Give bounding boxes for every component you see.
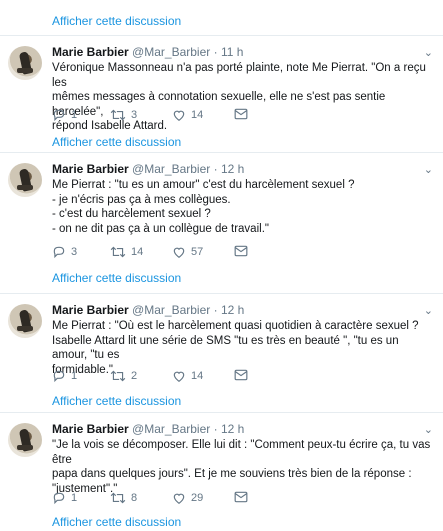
retweet-icon (110, 246, 126, 258)
author-handle[interactable]: @Mar_Barbier (132, 303, 210, 317)
tweet-header: Marie Barbier @Mar_Barbier · 12 h (52, 303, 244, 317)
tweet-text: "Je la vois se décomposer. Elle lui dit … (52, 438, 433, 496)
author-handle[interactable]: @Mar_Barbier (132, 422, 210, 436)
chevron-down-icon[interactable]: ⌄ (424, 304, 433, 317)
like-count: 14 (191, 370, 204, 382)
like-button[interactable]: 57 (172, 245, 203, 259)
reply-button[interactable]: 1 (52, 369, 77, 383)
retweet-button[interactable]: 14 (110, 245, 143, 259)
tweet[interactable]: Marie Barbier @Mar_Barbier · 12 h ⌄ Me P… (0, 294, 443, 413)
show-thread-link[interactable]: Afficher cette discussion (52, 14, 181, 28)
heart-icon (173, 247, 185, 258)
avatar[interactable] (8, 163, 42, 197)
tweet[interactable]: Marie Barbier @Mar_Barbier · 12 h ⌄ "Je … (0, 413, 443, 531)
author-name[interactable]: Marie Barbier (52, 422, 129, 436)
tweet-text: Véronique Massonneau n'a pas porté plain… (52, 61, 433, 134)
retweet-button[interactable]: 2 (110, 369, 137, 383)
chevron-down-icon[interactable]: ⌄ (424, 46, 433, 59)
reply-count: 1 (71, 492, 78, 504)
tweet-line: - je n'écris pas ça à mes collègues. (52, 193, 231, 206)
reply-icon (53, 492, 65, 505)
reply-count: 1 (71, 109, 78, 121)
tweet-time[interactable]: 12 h (221, 422, 244, 436)
retweet-count: 14 (131, 246, 144, 258)
retweet-button[interactable]: 8 (110, 491, 137, 505)
tweet[interactable]: Marie Barbier @Mar_Barbier · 11 h ⌄ Véro… (0, 36, 443, 153)
separator: · (213, 303, 218, 317)
tweet-time[interactable]: 11 h (221, 45, 243, 59)
reply-count: 1 (71, 370, 78, 382)
like-button[interactable]: 14 (172, 369, 203, 383)
tweet[interactable]: Marie Barbier @Mar_Barbier · 12 h ⌄ Me P… (0, 153, 443, 294)
tweet-line: Me Pierrat : "tu es un amour" c'est du h… (52, 179, 355, 191)
envelope-icon (234, 245, 248, 257)
like-count: 14 (191, 109, 204, 121)
show-thread-link[interactable]: Afficher cette discussion (52, 135, 181, 149)
like-button[interactable]: 14 (172, 108, 203, 122)
like-count: 57 (191, 246, 204, 258)
message-button[interactable] (234, 491, 248, 503)
avatar[interactable] (8, 423, 42, 457)
message-button[interactable] (234, 245, 248, 257)
author-handle[interactable]: @Mar_Barbier (132, 45, 210, 59)
envelope-icon (234, 108, 248, 120)
tweet-line: Véronique Massonneau n'a pas porté plain… (52, 62, 426, 89)
tweet-line: - on ne dit pas ça à un collègue de trav… (52, 222, 269, 235)
tweet-line: - c'est du harcèlement sexuel ? (52, 208, 211, 220)
like-button[interactable]: 29 (172, 491, 203, 505)
author-name[interactable]: Marie Barbier (52, 45, 129, 59)
reply-icon (53, 246, 65, 259)
retweet-count: 2 (131, 370, 138, 382)
message-button[interactable] (234, 369, 248, 381)
tweet-time[interactable]: 12 h (221, 162, 244, 176)
chevron-down-icon[interactable]: ⌄ (424, 163, 433, 176)
retweet-icon (110, 109, 126, 121)
show-thread-link[interactable]: Afficher cette discussion (52, 394, 181, 408)
like-count: 29 (191, 492, 204, 504)
reply-button[interactable]: 3 (52, 245, 77, 259)
reply-count: 3 (71, 246, 78, 258)
show-thread-link[interactable]: Afficher cette discussion (52, 271, 181, 285)
heart-icon (173, 371, 185, 382)
reply-icon (53, 109, 65, 122)
separator: · (213, 422, 218, 436)
retweet-button[interactable]: 3 (110, 108, 137, 122)
envelope-icon (234, 491, 248, 503)
heart-icon (173, 110, 185, 121)
reply-button[interactable]: 1 (52, 108, 77, 122)
tweet-line: "Je la vois se décomposer. Elle lui dit … (52, 439, 431, 466)
tweet-header: Marie Barbier @Mar_Barbier · 12 h (52, 422, 244, 436)
tweet-line: Isabelle Attard lit une série de SMS "tu… (52, 334, 399, 362)
author-name[interactable]: Marie Barbier (52, 162, 129, 176)
tweet-header: Marie Barbier @Mar_Barbier · 12 h (52, 162, 244, 176)
tweet-header: Marie Barbier @Mar_Barbier · 11 h (52, 45, 243, 59)
previous-tweet-footer: Afficher cette discussion (0, 0, 443, 36)
reply-icon (53, 370, 65, 383)
tweet-line: papa dans quelques jours". Et je me souv… (52, 468, 412, 480)
heart-icon (173, 493, 185, 504)
author-name[interactable]: Marie Barbier (52, 303, 129, 317)
retweet-icon (110, 370, 126, 382)
message-button[interactable] (234, 108, 248, 120)
avatar[interactable] (8, 46, 42, 80)
retweet-count: 8 (131, 492, 138, 504)
show-thread-link[interactable]: Afficher cette discussion (52, 515, 181, 529)
retweet-icon (110, 492, 126, 504)
envelope-icon (234, 369, 248, 381)
tweet-line: Me Pierrat : "Où est le harcèlement quas… (52, 320, 419, 332)
author-handle[interactable]: @Mar_Barbier (132, 162, 210, 176)
chevron-down-icon[interactable]: ⌄ (424, 423, 433, 436)
separator: · (213, 45, 218, 59)
retweet-count: 3 (131, 109, 138, 121)
separator: · (213, 162, 218, 176)
tweet-text: Me Pierrat : "tu es un amour" c'est du h… (52, 178, 433, 236)
avatar[interactable] (8, 304, 42, 338)
reply-button[interactable]: 1 (52, 491, 77, 505)
tweet-time[interactable]: 12 h (221, 303, 244, 317)
